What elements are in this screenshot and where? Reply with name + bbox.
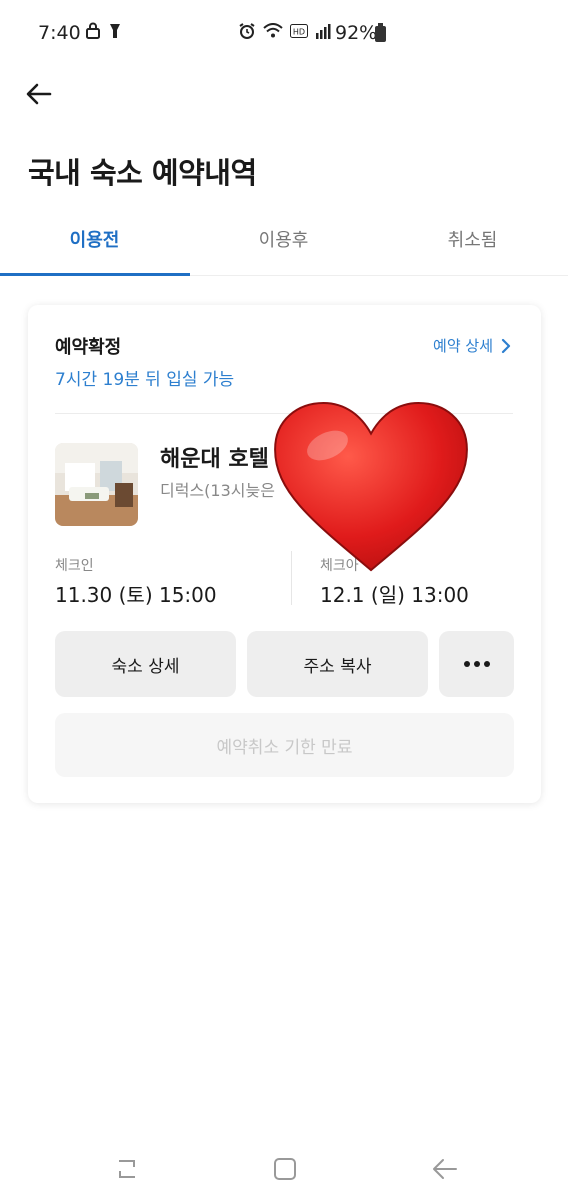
more-button[interactable] bbox=[439, 631, 514, 697]
hotel-thumbnail[interactable] bbox=[55, 443, 138, 526]
svg-text:HD: HD bbox=[293, 28, 305, 37]
system-nav-bar bbox=[0, 1140, 568, 1200]
stay-detail-button[interactable]: 숙소 상세 bbox=[55, 631, 236, 697]
checkout-value: 12.1 (일) 13:00 bbox=[320, 583, 469, 607]
tab-after-use[interactable]: 이용후 bbox=[189, 226, 378, 252]
battery-icon bbox=[375, 23, 386, 42]
chevron-right-icon bbox=[501, 338, 511, 353]
wifi-icon bbox=[263, 23, 283, 38]
page-title: 국내 숙소 예약내역 bbox=[28, 156, 257, 190]
cancel-reservation-button: 예약취소 기한 만료 bbox=[55, 713, 514, 777]
reservation-status: 예약확정 bbox=[55, 337, 122, 358]
checkin-value: 11.30 (토) 15:00 bbox=[55, 583, 217, 607]
checkin-label: 체크인 bbox=[55, 558, 94, 574]
status-right-icons: HD bbox=[238, 22, 331, 40]
reservation-detail-link[interactable]: 예약 상세 bbox=[433, 335, 511, 356]
back-button[interactable] bbox=[22, 78, 56, 110]
back-icon bbox=[433, 1159, 457, 1179]
status-time: 7:40 bbox=[38, 22, 81, 44]
copy-address-button[interactable]: 주소 복사 bbox=[247, 631, 428, 697]
tab-before-use[interactable]: 이용전 bbox=[0, 226, 189, 252]
room-type: 디럭스(13시늦은 bbox=[160, 481, 275, 500]
recents-icon bbox=[119, 1160, 135, 1178]
status-left-icons bbox=[86, 22, 122, 39]
status-bar: 7:40 HD 92% bbox=[0, 0, 568, 66]
more-icon bbox=[463, 661, 490, 667]
tab-cancelled[interactable]: 취소됨 bbox=[378, 226, 567, 252]
home-icon bbox=[274, 1158, 296, 1180]
arrow-left-icon bbox=[26, 83, 52, 105]
lock-icon bbox=[86, 22, 100, 39]
checkin-countdown: 7시간 19분 뒤 입실 가능 bbox=[55, 370, 235, 390]
flashlight-icon bbox=[110, 24, 120, 38]
battery-percent: 92% bbox=[335, 22, 378, 44]
tab-bar: 이용전 이용후 취소됨 bbox=[0, 206, 568, 276]
recents-button[interactable] bbox=[112, 1154, 142, 1184]
reservation-detail-label: 예약 상세 bbox=[433, 337, 493, 355]
hotel-name: 해운대 호텔 bbox=[160, 447, 269, 472]
tab-indicator bbox=[0, 273, 190, 276]
home-button[interactable] bbox=[270, 1154, 300, 1184]
alarm-icon bbox=[239, 23, 255, 39]
heart-icon bbox=[274, 401, 468, 572]
hd-icon: HD bbox=[290, 24, 308, 38]
nav-back-button[interactable] bbox=[430, 1154, 460, 1184]
signal-icon bbox=[316, 24, 331, 39]
